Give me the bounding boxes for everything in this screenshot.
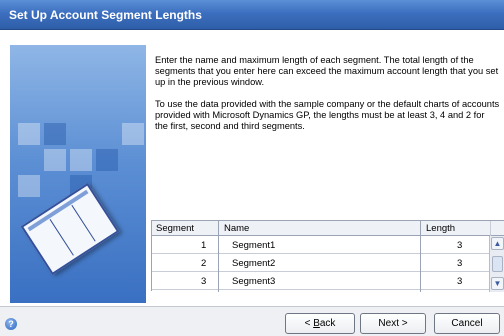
back-button-mnemonic: B [313,318,320,329]
segment-grid: Segment Name Length 1 Segment1 3 2 Segme… [151,220,504,292]
column-divider [218,221,219,292]
column-divider [420,221,421,292]
segment-number: 2 [201,258,207,269]
instructions: Enter the name and maximum length of eac… [155,55,500,143]
wizard-footer: ? < Back Next > Cancel [0,306,504,336]
chevron-down-icon[interactable]: ▼ [491,277,504,290]
table-row[interactable]: 2 Segment2 3 [152,254,490,272]
segment-length-field[interactable]: 3 [457,258,462,269]
segment-name-field[interactable]: Segment1 [232,240,275,251]
segment-number: 3 [201,276,207,287]
wizard-side-illustration [10,45,146,303]
back-button-arrow: < [304,318,314,329]
table-row[interactable]: 1 Segment1 3 [152,236,490,254]
table-row[interactable]: 3 Segment3 3 [152,272,490,290]
title-bar: Set Up Account Segment Lengths [0,0,504,30]
next-button[interactable]: Next > [360,313,426,334]
back-button-label: ack [319,318,336,329]
help-icon[interactable]: ? [5,318,17,330]
instructions-paragraph-2: To use the data provided with the sample… [155,99,500,131]
column-header-length: Length [426,223,456,234]
back-button[interactable]: < Back [285,313,355,334]
chevron-up-icon[interactable]: ▲ [491,237,504,250]
instructions-paragraph-1: Enter the name and maximum length of eac… [155,55,499,87]
wizard-panel: Enter the name and maximum length of eac… [0,30,504,306]
segment-name-field[interactable]: Segment2 [232,258,275,269]
segment-length-field[interactable]: 3 [457,276,462,287]
cancel-button[interactable]: Cancel [434,313,500,334]
grid-scrollbar[interactable]: ▲ ▼ [489,236,504,292]
grid-header: Segment Name Length [152,221,504,236]
scroll-thumb[interactable] [492,256,503,272]
segment-length-field[interactable]: 3 [457,240,462,251]
column-header-segment: Segment [156,223,195,234]
segment-number: 1 [201,240,207,251]
window-title: Set Up Account Segment Lengths [9,8,202,22]
segment-name-field[interactable]: Segment3 [232,276,275,287]
column-header-name: Name [224,223,250,234]
